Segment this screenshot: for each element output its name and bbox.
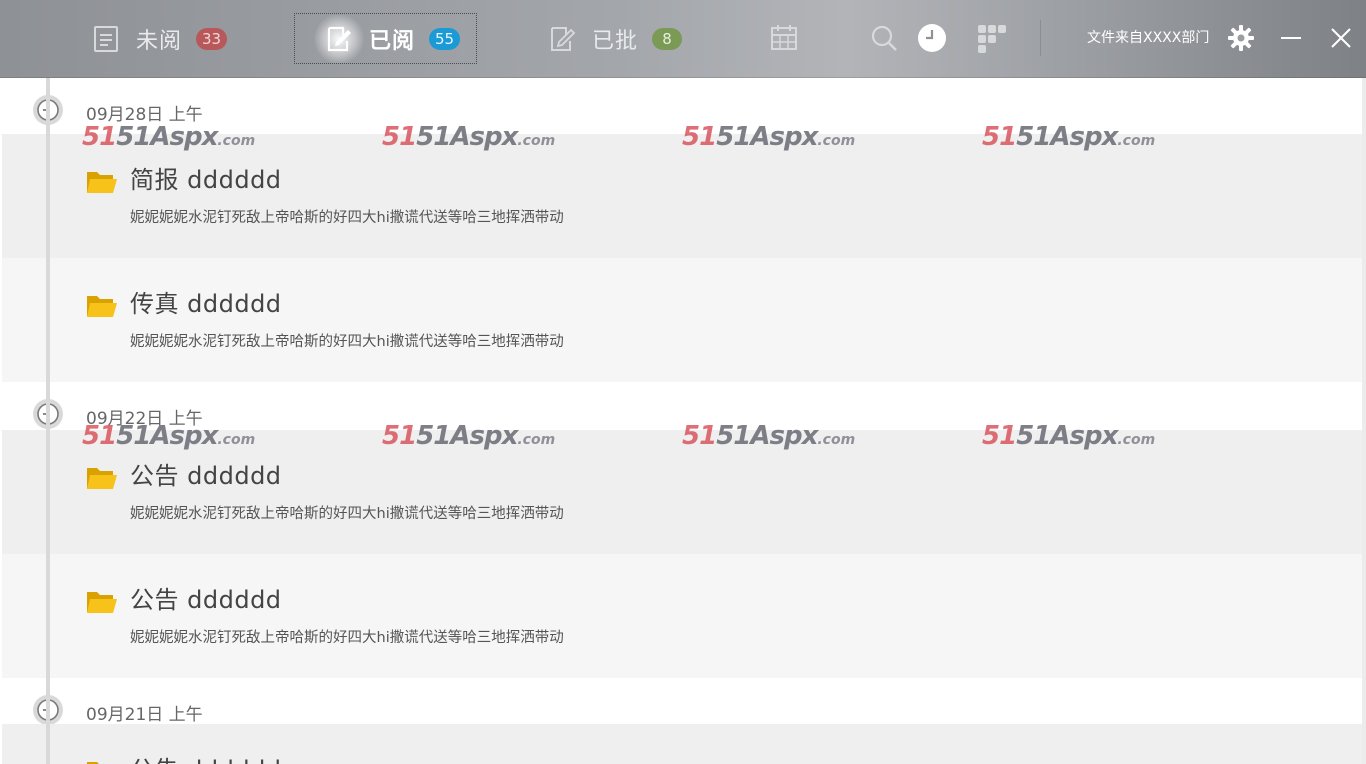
item-description: 妮妮妮妮水泥钉死敌上帝哈斯的好四大hi撒谎代送等哈三地挥洒带动 (130, 630, 564, 646)
read-count-badge: 55 (429, 27, 461, 50)
watermark-logo: 5151Aspx.com (82, 122, 256, 152)
tab-read[interactable]: 已阅 55 (294, 13, 477, 64)
calendar-icon (771, 25, 797, 50)
watermark-logo: 5151Aspx.com (982, 122, 1156, 152)
watermark-logo: 5151Aspx.com (982, 421, 1156, 451)
search-icon (871, 25, 897, 51)
top-toolbar: 未阅 33 已阅 55 已批 8 文件来自XXXX部门 (0, 0, 1366, 78)
grid-icon (978, 25, 1006, 53)
timeline-line (46, 78, 50, 764)
gear-icon (1228, 25, 1254, 51)
item-title: 简报 dddddd (130, 166, 282, 194)
list-item[interactable]: 公告 dddddd (2, 724, 1362, 764)
folder-icon (87, 468, 117, 489)
folder-icon (87, 762, 99, 764)
item-title: 公告 dddddd (130, 586, 282, 614)
watermark-logo: 5151Aspx.com (382, 122, 556, 152)
watermark-logo: 5151Aspx.com (682, 122, 856, 152)
date-header: 09月21日 上午 (0, 678, 1362, 728)
folder-icon (87, 296, 117, 317)
settings-button[interactable] (1226, 22, 1256, 54)
search-button[interactable] (869, 22, 899, 54)
list-item[interactable]: 传真 dddddd 妮妮妮妮水泥钉死敌上帝哈斯的好四大hi撒谎代送等哈三地挥洒带… (2, 258, 1362, 382)
tab-unread[interactable]: 未阅 33 (92, 14, 228, 64)
watermark-logo: 5151Aspx.com (382, 421, 556, 451)
minimize-button[interactable] (1276, 22, 1306, 54)
tab-read-label: 已阅 (369, 28, 416, 54)
item-description: 妮妮妮妮水泥钉死敌上帝哈斯的好四大hi撒谎代送等哈三地挥洒带动 (130, 334, 564, 350)
document-icon (94, 26, 118, 52)
source-department-label: 文件来自XXXX部门 (1087, 30, 1210, 46)
approved-count-badge: 8 (652, 28, 683, 50)
clock-icon (918, 24, 946, 52)
list-item[interactable]: 公告 dddddd 妮妮妮妮水泥钉死敌上帝哈斯的好四大hi撒谎代送等哈三地挥洒带… (2, 554, 1362, 678)
scrollbar-track[interactable] (1362, 78, 1366, 764)
close-icon (1331, 28, 1351, 48)
toolbar-divider (1040, 20, 1041, 56)
edit-check-icon (313, 14, 365, 63)
timeline-list: 09月28日 上午 简报 dddddd 妮妮妮妮水泥钉死敌上帝哈斯的好四大hi撒… (0, 78, 1366, 764)
item-description: 妮妮妮妮水泥钉死敌上帝哈斯的好四大hi撒谎代送等哈三地挥洒带动 (130, 210, 564, 226)
minimize-icon (1281, 37, 1301, 39)
watermark-logo: 5151Aspx.com (82, 421, 256, 451)
approve-edit-icon (551, 27, 576, 51)
list-item[interactable]: 简报 dddddd 妮妮妮妮水泥钉死敌上帝哈斯的好四大hi撒谎代送等哈三地挥洒带… (2, 134, 1362, 258)
date-label: 09月21日 上午 (86, 705, 203, 725)
item-description: 妮妮妮妮水泥钉死敌上帝哈斯的好四大hi撒谎代送等哈三地挥洒带动 (130, 506, 564, 522)
tab-approved-label: 已批 (592, 29, 639, 54)
watermark-logo: 5151Aspx.com (682, 421, 856, 451)
unread-count-badge: 33 (196, 28, 228, 50)
tab-unread-label: 未阅 (136, 29, 183, 54)
close-button[interactable] (1326, 22, 1356, 54)
folder-icon (87, 592, 117, 613)
folder-icon (87, 172, 117, 193)
history-button[interactable] (917, 22, 947, 54)
date-header: 09月28日 上午 (0, 78, 1362, 128)
calendar-button[interactable] (769, 22, 799, 54)
item-title: 传真 dddddd (130, 290, 282, 318)
item-title: 公告 dddddd (130, 750, 282, 764)
item-title: 公告 dddddd (130, 462, 282, 490)
apps-button[interactable] (977, 22, 1007, 54)
tab-approved[interactable]: 已批 8 (548, 14, 683, 64)
